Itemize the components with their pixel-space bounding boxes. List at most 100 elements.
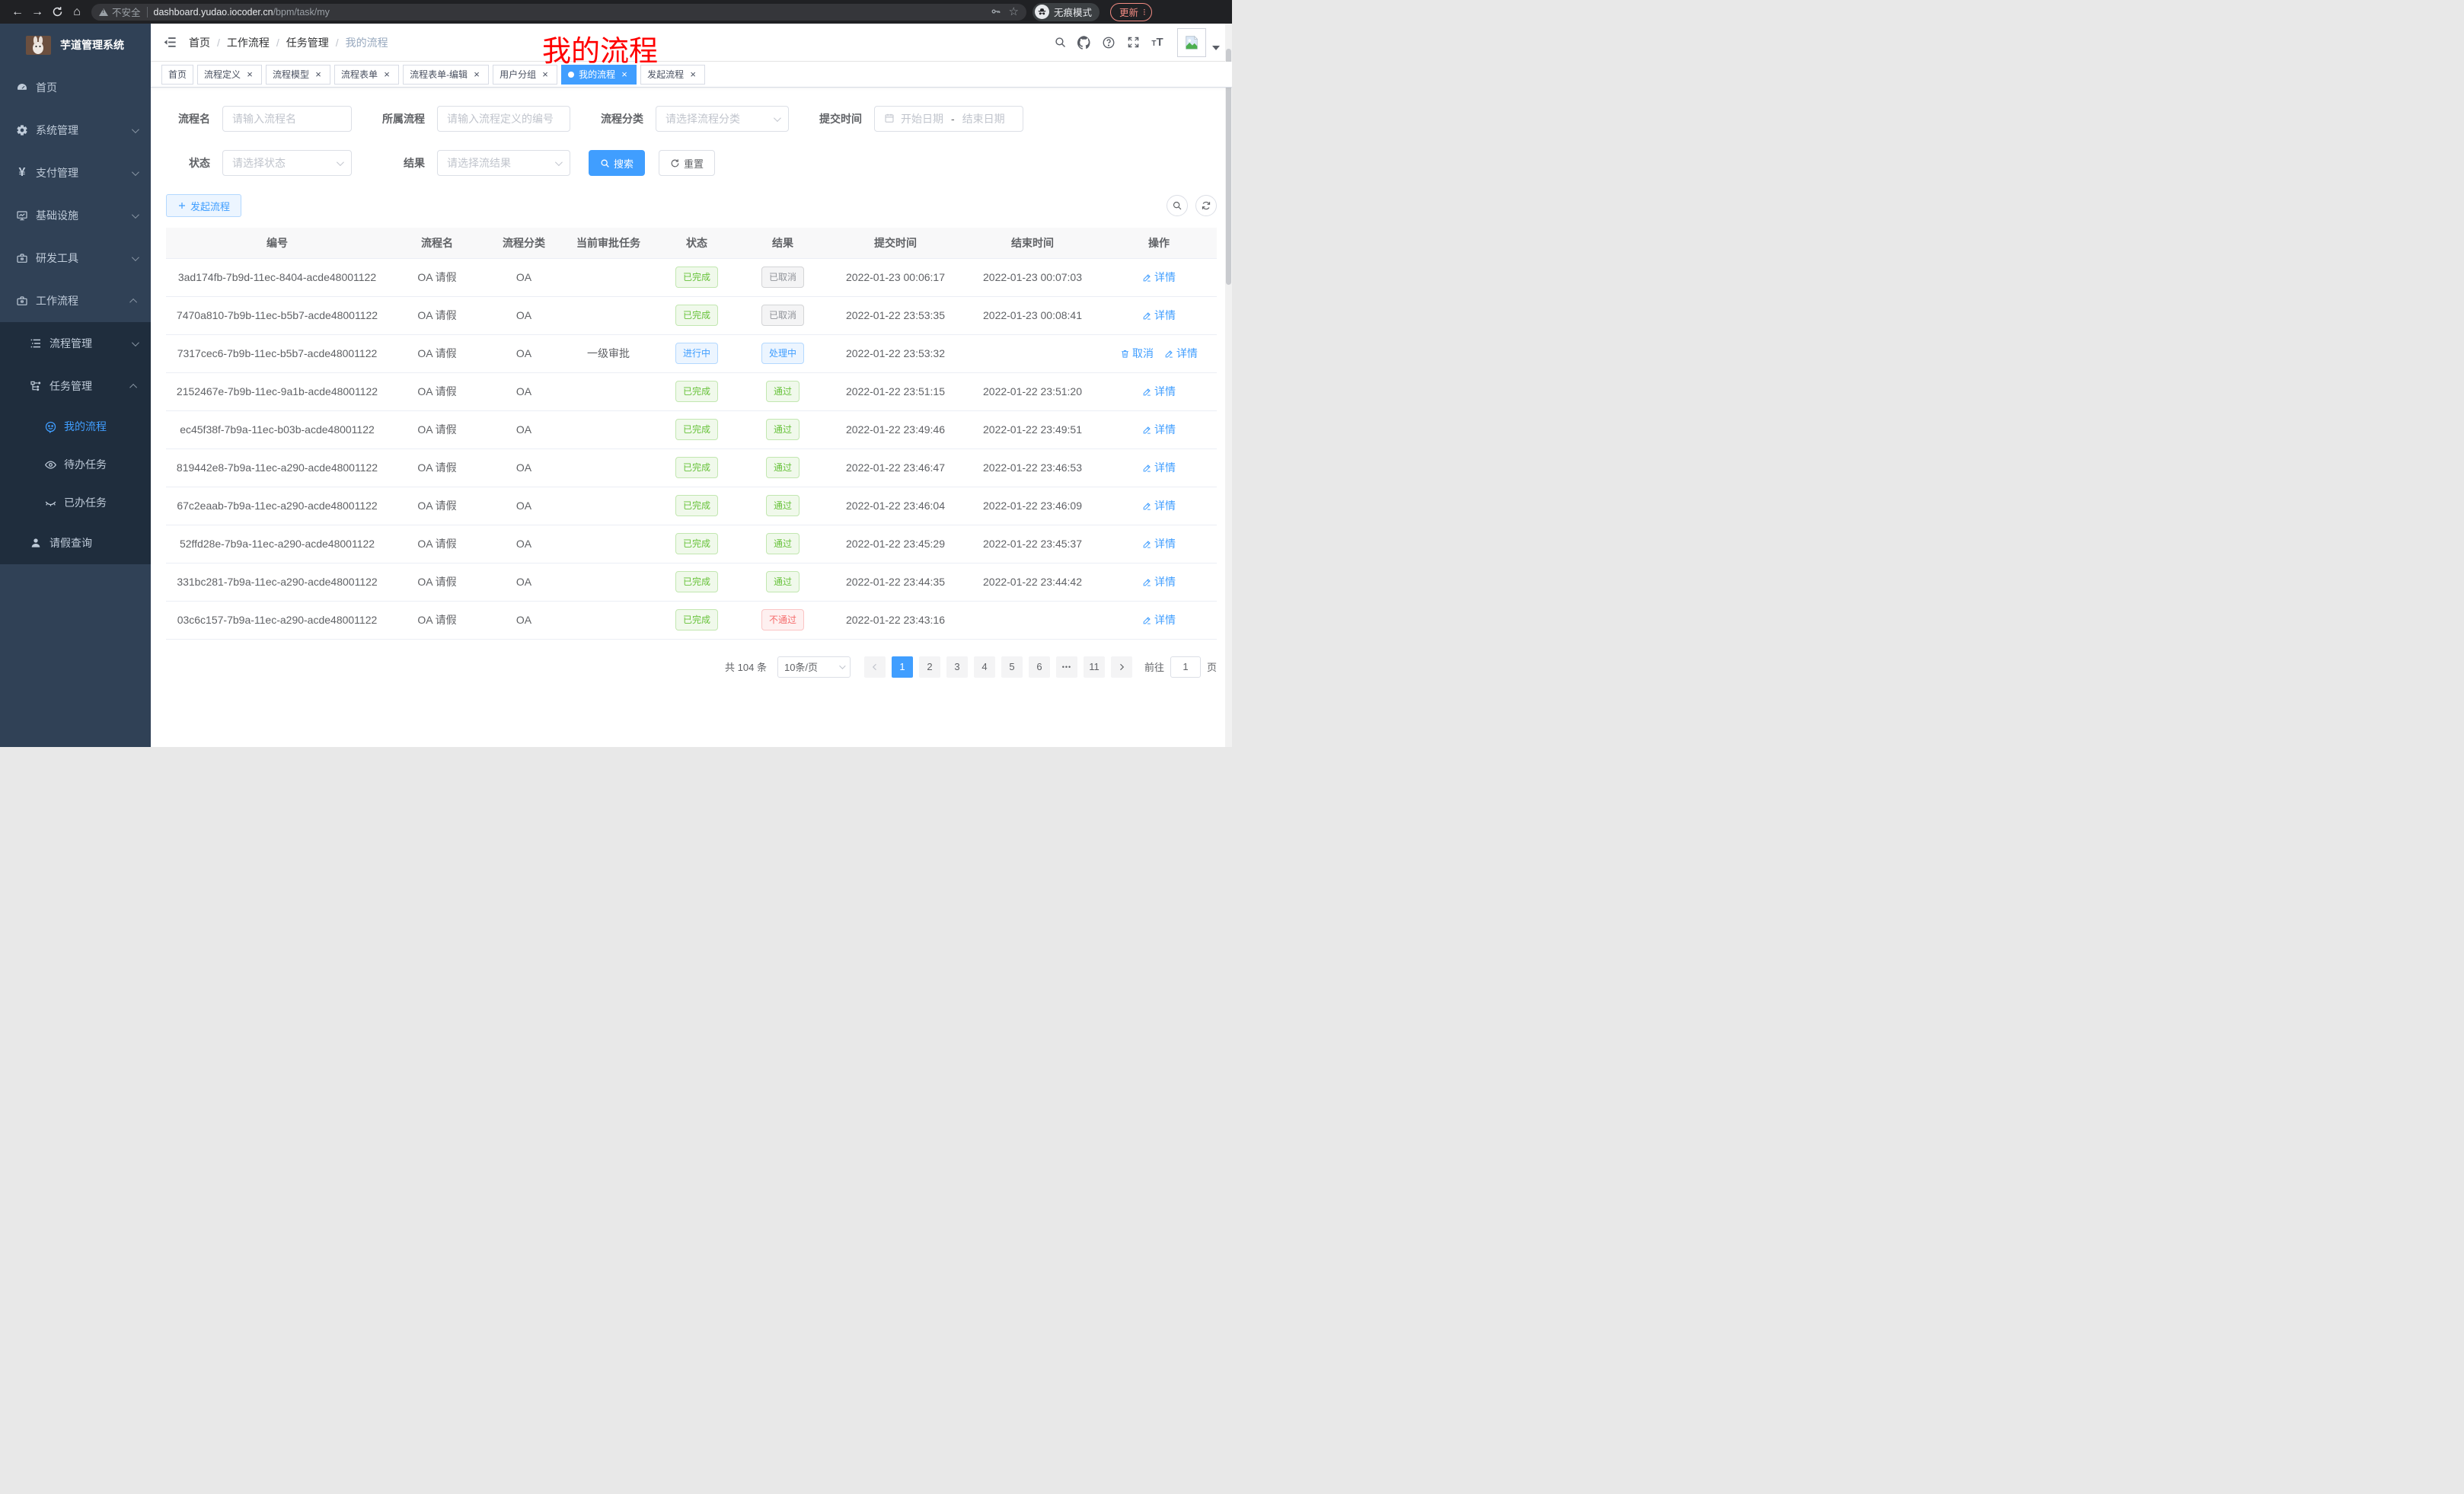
- search-button[interactable]: 搜索: [589, 150, 645, 176]
- result-select[interactable]: 请选择流结果: [437, 150, 570, 176]
- page-button-4[interactable]: 4: [974, 656, 995, 678]
- tab-user-group[interactable]: 用户分组×: [493, 65, 557, 85]
- refresh-icon[interactable]: [1195, 195, 1217, 216]
- sidebar-item-devtools[interactable]: 研发工具: [0, 237, 151, 279]
- browser-forward-icon[interactable]: →: [27, 0, 47, 24]
- sidebar-item-home[interactable]: 首页: [0, 66, 151, 109]
- sidebar-item-task-mgmt[interactable]: 任务管理: [0, 365, 151, 407]
- next-page-button[interactable]: [1111, 656, 1132, 678]
- table-row: 52ffd28e-7b9a-11ec-a290-acde48001122 OA …: [166, 525, 1217, 563]
- cell-task[interactable]: 一级审批: [562, 334, 655, 372]
- goto-page-input[interactable]: [1170, 656, 1201, 678]
- font-size-icon[interactable]: TT: [1145, 30, 1170, 55]
- status-select[interactable]: 请选择状态: [222, 150, 352, 176]
- page-button-6[interactable]: 6: [1029, 656, 1050, 678]
- sidebar-item-label: 基础设施: [36, 208, 132, 223]
- page-button-11[interactable]: 11: [1084, 656, 1105, 678]
- page-button-5[interactable]: 5: [1001, 656, 1023, 678]
- page-scrollbar[interactable]: [1225, 24, 1232, 747]
- cell-task: [562, 410, 655, 449]
- address-bar[interactable]: 不安全 dashboard.yudao.iocoder.cn/bpm/task/…: [91, 4, 1026, 21]
- page-size-select[interactable]: 10条/页: [777, 656, 851, 678]
- detail-link[interactable]: 详情: [1142, 422, 1176, 437]
- detail-link[interactable]: 详情: [1142, 308, 1176, 323]
- detail-link[interactable]: 详情: [1142, 536, 1176, 551]
- sidebar-item-done-tasks[interactable]: 已办任务: [0, 484, 151, 522]
- help-icon[interactable]: [1096, 30, 1121, 55]
- cell-name: OA 请假: [388, 372, 486, 410]
- toggle-search-icon[interactable]: [1167, 195, 1188, 216]
- col-name: 流程名: [388, 228, 486, 258]
- detail-link[interactable]: 详情: [1164, 346, 1198, 361]
- tab-process-form-edit[interactable]: 流程表单-编辑×: [403, 65, 489, 85]
- detail-link[interactable]: 详情: [1142, 612, 1176, 627]
- sidebar-logo-row[interactable]: 芋道管理系统: [0, 24, 151, 66]
- tab-start-process[interactable]: 发起流程×: [640, 65, 705, 85]
- screen: ← → ⌂ 不安全 dashboard.yudao.iocoder.cn/bpm…: [0, 0, 1232, 747]
- page-button-1[interactable]: 1: [892, 656, 913, 678]
- pagination: 共 104 条 10条/页 1 2 3 4 5 6 ••• 11: [166, 656, 1217, 678]
- detail-link[interactable]: 详情: [1142, 498, 1176, 513]
- status-badge: 已完成: [675, 267, 718, 288]
- browser-update-button[interactable]: 更新 ⁝: [1110, 3, 1152, 21]
- tab-process-definition[interactable]: 流程定义×: [197, 65, 262, 85]
- avatar[interactable]: [1177, 28, 1206, 57]
- cell-category: OA: [486, 296, 562, 334]
- category-select[interactable]: 请选择流程分类: [656, 106, 789, 132]
- sidebar-item-system[interactable]: 系统管理: [0, 109, 151, 152]
- sidebar-collapse-icon[interactable]: [157, 30, 183, 56]
- sidebar-item-infra[interactable]: 基础设施: [0, 194, 151, 237]
- tab-process-form[interactable]: 流程表单×: [334, 65, 399, 85]
- avatar-caret-icon[interactable]: [1212, 46, 1220, 50]
- process-definition-input[interactable]: 请输入流程定义的编号: [437, 106, 570, 132]
- sidebar: 芋道管理系统 首页 系统管理 ¥ 支付管理: [0, 24, 151, 747]
- sidebar-item-payment[interactable]: ¥ 支付管理: [0, 152, 151, 194]
- tab-home[interactable]: 首页: [161, 65, 193, 85]
- browser-home-icon[interactable]: ⌂: [67, 0, 87, 24]
- sidebar-item-workflow[interactable]: 工作流程: [0, 279, 151, 322]
- prev-page-button[interactable]: [864, 656, 886, 678]
- password-key-icon[interactable]: [991, 6, 1001, 18]
- cell-submit-time: 2022-01-23 00:06:17: [827, 258, 964, 296]
- reset-button[interactable]: 重置: [659, 150, 715, 176]
- chevron-down-icon: [132, 254, 139, 261]
- close-icon[interactable]: ×: [619, 65, 630, 84]
- breadcrumb-home[interactable]: 首页: [189, 35, 210, 50]
- cancel-link[interactable]: 取消: [1120, 346, 1154, 361]
- process-name-input[interactable]: 请输入流程名: [222, 106, 352, 132]
- search-icon[interactable]: [1048, 30, 1072, 55]
- browser-menu-icon[interactable]: ⁝: [1143, 8, 1146, 17]
- detail-link[interactable]: 详情: [1142, 384, 1176, 399]
- cell-name: OA 请假: [388, 601, 486, 639]
- cell-task: [562, 601, 655, 639]
- fullscreen-icon[interactable]: [1121, 30, 1145, 55]
- close-icon[interactable]: ×: [688, 65, 698, 84]
- sidebar-item-leave-query[interactable]: 请假查询: [0, 522, 151, 564]
- detail-link[interactable]: 详情: [1142, 270, 1176, 285]
- browser-reload-icon[interactable]: [47, 0, 67, 24]
- workflow-submenu: 流程管理 任务管理 我的流程: [0, 322, 151, 564]
- page-button-3[interactable]: 3: [946, 656, 968, 678]
- more-pages-button[interactable]: •••: [1056, 656, 1077, 678]
- browser-back-icon[interactable]: ←: [8, 0, 27, 24]
- close-icon[interactable]: ×: [313, 65, 324, 84]
- detail-link[interactable]: 详情: [1142, 460, 1176, 475]
- cell-submit-time: 2022-01-22 23:45:29: [827, 525, 964, 563]
- close-icon[interactable]: ×: [471, 65, 482, 84]
- close-icon[interactable]: ×: [540, 65, 551, 84]
- start-process-button[interactable]: 发起流程: [166, 194, 241, 217]
- detail-link[interactable]: 详情: [1142, 574, 1176, 589]
- submit-time-range-picker[interactable]: 开始日期 - 结束日期: [874, 106, 1023, 132]
- breadcrumb-task-mgmt[interactable]: 任务管理: [286, 35, 329, 50]
- bookmark-star-icon[interactable]: ☆: [1009, 6, 1019, 18]
- breadcrumb-workflow[interactable]: 工作流程: [227, 35, 270, 50]
- sidebar-item-my-process[interactable]: 我的流程: [0, 407, 151, 445]
- github-icon[interactable]: [1072, 30, 1096, 55]
- page-button-2[interactable]: 2: [919, 656, 940, 678]
- tab-process-model[interactable]: 流程模型×: [266, 65, 330, 85]
- sidebar-item-todo-tasks[interactable]: 待办任务: [0, 445, 151, 484]
- tab-my-process[interactable]: 我的流程×: [561, 65, 637, 85]
- close-icon[interactable]: ×: [381, 65, 392, 84]
- close-icon[interactable]: ×: [244, 65, 255, 84]
- sidebar-item-process-mgmt[interactable]: 流程管理: [0, 322, 151, 365]
